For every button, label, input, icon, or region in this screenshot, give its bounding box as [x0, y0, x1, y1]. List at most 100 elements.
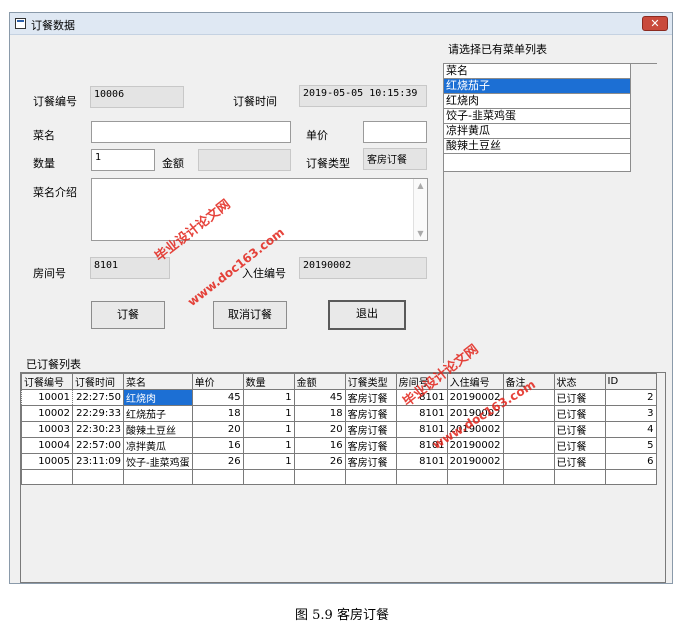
table-cell[interactable]: 1 [242, 405, 295, 422]
table-cell[interactable]: 22:57:00 [72, 437, 124, 454]
table-cell[interactable]: 23:11:09 [72, 453, 124, 470]
unit-price-input[interactable] [363, 121, 427, 143]
table-row[interactable]: 10001 22:27:50 红烧肉 45 1 45 客房订餐 8101 20190002 已订餐… [21, 389, 657, 406]
table-cell[interactable]: 45 [293, 389, 346, 406]
scroll-down-icon[interactable]: ▼ [414, 229, 427, 238]
orders-title: 已订餐列表 [26, 358, 81, 371]
table-cell[interactable]: 26 [293, 453, 346, 470]
table-cell[interactable]: 客房订餐 [344, 437, 397, 454]
title-bar[interactable]: 订餐数据 ✕ [10, 13, 672, 35]
table-cell[interactable] [502, 421, 555, 438]
dish-desc-textarea[interactable]: ▲ ▼ [91, 178, 428, 241]
dish-name-label: 菜名 [33, 129, 55, 142]
cancel-order-button[interactable]: 取消订餐 [213, 301, 287, 329]
orders-table: 订餐编号 订餐时间 菜名 单价 数量 金额 订餐类型 房间号 入住编号 备注 状态 ID 10001 2… [21, 373, 657, 485]
column-header[interactable]: ID [604, 373, 657, 390]
column-header[interactable]: 订餐编号 [21, 373, 73, 390]
table-cell[interactable]: 16 [293, 437, 346, 454]
table-row[interactable]: 10005 23:11:09 饺子-韭菜鸡蛋 26 1 26 客房订餐 8101 2019000… [21, 453, 657, 470]
table-cell[interactable]: 5 [604, 437, 657, 454]
table-cell [604, 469, 657, 485]
table-cell[interactable]: 10002 [21, 405, 73, 422]
table-row[interactable]: 10004 22:57:00 凉拌黄瓜 16 1 16 客房订餐 8101 20190002 已订… [21, 437, 657, 454]
menu-list-item[interactable]: 饺子-韭菜鸡蛋 [444, 109, 630, 124]
dish-name-input[interactable] [91, 121, 291, 143]
scroll-up-icon[interactable]: ▲ [414, 181, 427, 190]
table-cell [242, 469, 295, 485]
table-cell [502, 469, 555, 485]
table-cell[interactable]: 客房订餐 [344, 421, 397, 438]
close-button[interactable]: ✕ [642, 16, 668, 31]
table-cell[interactable]: 2 [604, 389, 657, 406]
table-cell[interactable]: 1 [242, 437, 295, 454]
table-cell[interactable] [502, 405, 555, 422]
exit-button[interactable]: 退出 [328, 300, 406, 330]
table-cell[interactable]: 红烧肉 [123, 389, 193, 406]
table-cell[interactable]: 10003 [21, 421, 73, 438]
table-cell[interactable]: 凉拌黄瓜 [123, 437, 193, 454]
orders-header-row: 订餐编号 订餐时间 菜名 单价 数量 金额 订餐类型 房间号 入住编号 备注 状态 ID [21, 373, 657, 390]
table-cell[interactable]: 10001 [21, 389, 73, 406]
table-row[interactable]: 10003 22:30:23 酸辣土豆丝 20 1 20 客房订餐 8101 20190002 已… [21, 421, 657, 438]
table-cell[interactable]: 已订餐 [553, 389, 606, 406]
table-cell[interactable]: 8101 [395, 405, 448, 422]
column-header[interactable]: 订餐类型 [344, 373, 397, 390]
table-cell[interactable]: 45 [191, 389, 244, 406]
column-header[interactable]: 菜名 [123, 373, 193, 390]
table-cell[interactable]: 10005 [21, 453, 73, 470]
table-cell[interactable]: 6 [604, 453, 657, 470]
table-cell[interactable]: 22:27:50 [72, 389, 124, 406]
menu-list-item[interactable]: 红烧肉 [444, 94, 630, 109]
column-header[interactable]: 数量 [242, 373, 295, 390]
table-cell[interactable]: 26 [191, 453, 244, 470]
table-cell[interactable]: 22:30:23 [72, 421, 124, 438]
table-cell[interactable] [502, 453, 555, 470]
table-cell[interactable]: 18 [293, 405, 346, 422]
order-button[interactable]: 订餐 [91, 301, 165, 329]
menu-list-item[interactable]: 酸辣土豆丝 [444, 139, 630, 154]
table-cell[interactable]: 酸辣土豆丝 [123, 421, 193, 438]
table-cell[interactable]: 1 [242, 421, 295, 438]
menu-list-item[interactable]: 凉拌黄瓜 [444, 124, 630, 139]
table-cell[interactable]: 4 [604, 421, 657, 438]
menu-list-item[interactable]: 红烧茄子 [444, 79, 630, 94]
desc-scrollbar[interactable]: ▲ ▼ [413, 179, 427, 240]
table-cell[interactable]: 已订餐 [553, 405, 606, 422]
order-time-field: 2019-05-05 10:15:39 [299, 85, 427, 107]
orders-grid[interactable]: 订餐编号 订餐时间 菜名 单价 数量 金额 订餐类型 房间号 入住编号 备注 状态 ID 10001 2… [20, 372, 666, 583]
table-cell[interactable]: 3 [604, 405, 657, 422]
table-cell[interactable]: 客房订餐 [344, 405, 397, 422]
column-header[interactable]: 入住编号 [446, 373, 504, 390]
column-header[interactable]: 订餐时间 [72, 373, 124, 390]
table-cell[interactable]: 已订餐 [553, 453, 606, 470]
table-cell[interactable]: 客房订餐 [344, 453, 397, 470]
table-cell [293, 469, 346, 485]
table-cell[interactable]: 红烧茄子 [123, 405, 193, 422]
table-cell[interactable]: 已订餐 [553, 437, 606, 454]
table-cell[interactable]: 1 [242, 389, 295, 406]
table-cell[interactable]: 20190002 [446, 453, 504, 470]
table-cell[interactable]: 客房订餐 [344, 389, 397, 406]
table-cell[interactable]: 10004 [21, 437, 73, 454]
amount-label: 金额 [162, 157, 184, 170]
table-cell[interactable]: 已订餐 [553, 421, 606, 438]
order-type-label: 订餐类型 [306, 157, 350, 170]
table-cell[interactable]: 22:29:33 [72, 405, 124, 422]
room-no-label: 房间号 [33, 267, 66, 280]
column-header[interactable]: 单价 [191, 373, 244, 390]
column-header[interactable]: 金额 [293, 373, 346, 390]
table-cell[interactable]: 20 [293, 421, 346, 438]
column-header[interactable]: 状态 [553, 373, 606, 390]
table-cell[interactable]: 1 [242, 453, 295, 470]
quantity-input[interactable]: 1 [91, 149, 155, 171]
table-cell [21, 469, 73, 485]
table-cell[interactable]: 8101 [395, 453, 448, 470]
table-cell[interactable]: 20 [191, 421, 244, 438]
figure-caption: 图 5.9 客房订餐 [295, 608, 389, 623]
table-cell[interactable]: 16 [191, 437, 244, 454]
table-cell[interactable] [502, 437, 555, 454]
table-row[interactable]: 10002 22:29:33 红烧茄子 18 1 18 客房订餐 8101 20190002 已订… [21, 405, 657, 422]
table-cell[interactable]: 18 [191, 405, 244, 422]
menu-listbox[interactable]: 菜名 红烧茄子 红烧肉 饺子-韭菜鸡蛋 凉拌黄瓜 酸辣土豆丝 [443, 63, 631, 172]
table-cell[interactable]: 饺子-韭菜鸡蛋 [123, 453, 193, 470]
